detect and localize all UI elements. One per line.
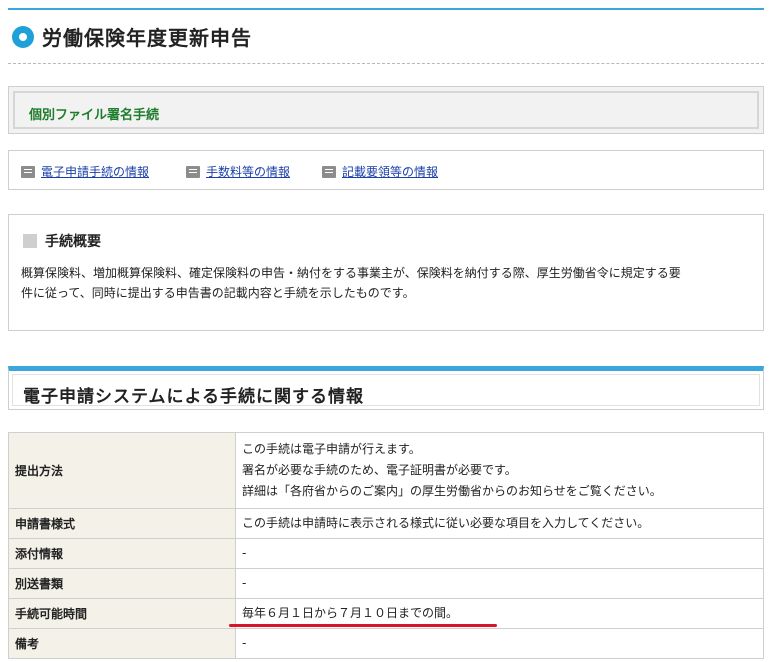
e-application-section-inner: 電子申請システムによる手続に関する情報 bbox=[12, 374, 760, 407]
row-label: 備考 bbox=[8, 628, 236, 659]
row-label: 手続可能時間 bbox=[8, 598, 236, 629]
table-row: 備考 - bbox=[8, 628, 764, 659]
link-filling-guide-info[interactable]: 記載要領等の情報 bbox=[322, 163, 438, 180]
table-row: 別送書類 - bbox=[8, 568, 764, 599]
row-label: 提出方法 bbox=[8, 432, 236, 509]
row-label: 別送書類 bbox=[8, 568, 236, 599]
row-value: この手続は電子申請が行えます。 署名が必要な手続のため、電子証明書が必要です。 … bbox=[235, 432, 764, 509]
document-icon bbox=[21, 165, 35, 178]
value-line: 詳細は「各府省からのご案内」の厚生労働省からのお知らせをご覧ください。 bbox=[242, 484, 662, 498]
page-header: 労働保険年度更新申告 bbox=[8, 12, 764, 64]
row-value: この手続は申請時に表示される様式に従い必要な項目を入力してください。 bbox=[235, 508, 764, 539]
row-label: 添付情報 bbox=[8, 538, 236, 569]
document-icon bbox=[322, 165, 336, 178]
document-icon bbox=[186, 165, 200, 178]
square-bullet-icon bbox=[23, 234, 37, 248]
row-label: 申請書様式 bbox=[8, 508, 236, 539]
top-accent-rule bbox=[8, 8, 764, 10]
summary-title: 手続概要 bbox=[45, 234, 101, 250]
bullet-circle-icon bbox=[12, 26, 34, 48]
link-e-application-info[interactable]: 電子申請手続の情報 bbox=[21, 163, 149, 180]
row-value: - bbox=[235, 568, 764, 599]
procedure-name-label: 個別ファイル署名手続 bbox=[29, 108, 160, 123]
summary-line-2: 件に従って、同時に提出する申告書の記載内容と手続を示したものです。 bbox=[21, 286, 415, 300]
annotation-underline bbox=[229, 624, 497, 627]
info-links-bar: 電子申請手続の情報 手数料等の情報 記載要領等の情報 bbox=[8, 150, 764, 190]
summary-text: 概算保険料、増加概算保険料、確定保険料の申告・納付をする事業主が、保険料を納付す… bbox=[21, 263, 757, 303]
e-application-section-header: 電子申請システムによる手続に関する情報 bbox=[8, 366, 764, 410]
row-value: - bbox=[235, 628, 764, 659]
procedure-name-inner: 個別ファイル署名手続 bbox=[13, 91, 759, 129]
page-title: 労働保険年度更新申告 bbox=[42, 26, 252, 50]
table-row: 申請書様式 この手続は申請時に表示される様式に従い必要な項目を入力してください。 bbox=[8, 508, 764, 539]
link-label[interactable]: 手数料等の情報 bbox=[206, 163, 290, 180]
procedure-summary-box: 手続概要 概算保険料、増加概算保険料、確定保険料の申告・納付をする事業主が、保険… bbox=[8, 214, 764, 331]
link-fee-info[interactable]: 手数料等の情報 bbox=[186, 163, 290, 180]
summary-heading: 手続概要 bbox=[23, 231, 101, 251]
value-line: 署名が必要な手続のため、電子証明書が必要です。 bbox=[242, 463, 517, 477]
procedure-name-box: 個別ファイル署名手続 bbox=[8, 86, 764, 134]
row-value: - bbox=[235, 538, 764, 569]
link-label[interactable]: 記載要領等の情報 bbox=[342, 163, 438, 180]
summary-line-1: 概算保険料、増加概算保険料、確定保険料の申告・納付をする事業主が、保険料を納付す… bbox=[21, 266, 681, 280]
e-application-section-title: 電子申請システムによる手続に関する情報 bbox=[23, 387, 364, 407]
table-row: 添付情報 - bbox=[8, 538, 764, 569]
table-row: 提出方法 この手続は電子申請が行えます。 署名が必要な手続のため、電子証明書が必… bbox=[8, 432, 764, 509]
link-label[interactable]: 電子申請手続の情報 bbox=[41, 163, 149, 180]
value-line: この手続は電子申請が行えます。 bbox=[242, 442, 421, 456]
